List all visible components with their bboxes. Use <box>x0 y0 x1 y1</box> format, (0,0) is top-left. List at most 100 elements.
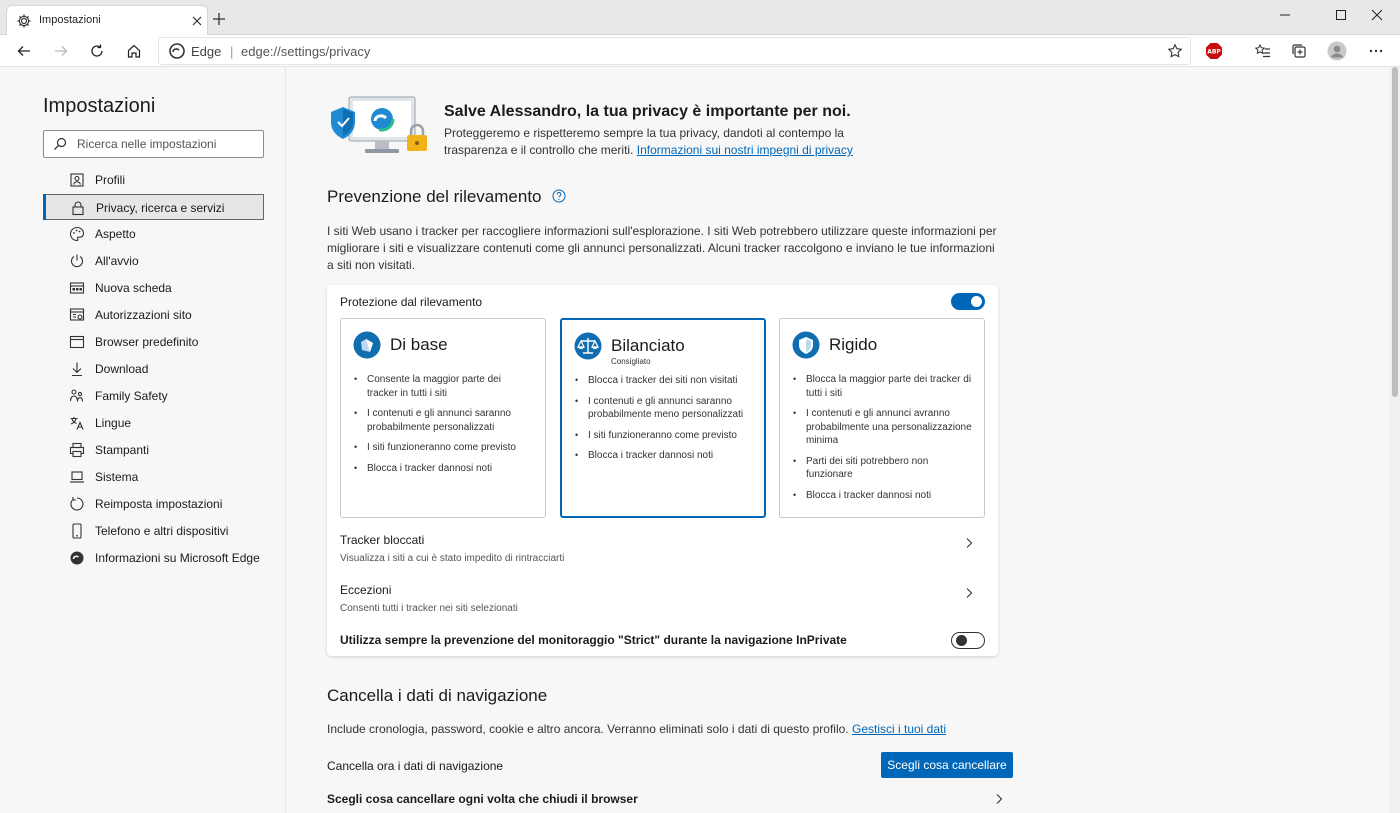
strict-inprivate-toggle[interactable] <box>951 632 985 649</box>
tracking-protection-toggle[interactable] <box>951 293 985 310</box>
sidebar-item-label: Telefono e altri dispositivi <box>95 524 229 538</box>
favorite-star-icon[interactable] <box>1167 43 1183 59</box>
sidebar-item-sistema[interactable]: Sistema <box>43 464 264 490</box>
browser-icon <box>69 334 85 350</box>
sidebar-item-label: Aspetto <box>95 227 136 241</box>
level-bullets: Blocca la maggior parte dei tracker di t… <box>793 373 973 509</box>
language-icon <box>69 415 85 431</box>
toggle-knob <box>971 296 982 307</box>
reset-icon <box>69 496 85 512</box>
sidebar-item-label: Family Safety <box>95 389 168 403</box>
new-tab-icon[interactable] <box>211 11 227 27</box>
privacy-greeting-description: Proteggeremo e rispetteremo sempre la tu… <box>444 125 874 159</box>
new-tab-page-icon <box>69 280 85 296</box>
favorites-icon[interactable] <box>1251 39 1275 63</box>
sidebar-item-aspetto[interactable]: Aspetto <box>43 221 264 247</box>
sidebar-item-label: Privacy, ricerca e servizi <box>96 201 225 215</box>
forward-icon[interactable] <box>49 39 73 63</box>
exceptions-subtitle: Consenti tutti i tracker nei siti selezi… <box>340 603 518 614</box>
clear-data-description: Include cronologia, password, cookie e a… <box>327 722 946 736</box>
sidebar-item-autorizzazioni[interactable]: Autorizzazioni sito <box>43 302 264 328</box>
sidebar-item-stampanti[interactable]: Stampanti <box>43 437 264 463</box>
close-window-icon[interactable] <box>1354 0 1400 30</box>
refresh-icon[interactable] <box>85 39 109 63</box>
sidebar-item-profili[interactable]: Profili <box>43 167 264 193</box>
sidebar-item-label: Nuova scheda <box>95 281 172 295</box>
home-icon[interactable] <box>122 39 146 63</box>
sidebar-item-label: Stampanti <box>95 443 150 457</box>
clear-now-label: Cancella ora i dati di navigazione <box>327 759 504 773</box>
sidebar-item-label: Reimposta impostazioni <box>95 497 223 511</box>
url-text[interactable]: edge://settings/privacy <box>241 44 370 59</box>
level-card-balanced[interactable]: Bilanciato Consigliato Blocca i tracker … <box>560 318 766 518</box>
level-bullet: I contenuti e gli annunci saranno probab… <box>354 407 534 434</box>
clear-data-title: Cancella i dati di navigazione <box>327 686 548 705</box>
exceptions-row[interactable]: Eccezioni Consenti tutti i tracker nei s… <box>340 583 985 623</box>
tab-settings[interactable]: Impostazioni <box>6 5 208 36</box>
choose-what-to-clear-button[interactable]: Scegli cosa cancellare <box>881 752 1013 778</box>
settings-sidebar: Impostazioni Profili Privacy, ricerca e … <box>0 67 286 813</box>
level-title: Bilanciato <box>611 336 685 355</box>
page-scrollbar[interactable] <box>1390 67 1400 813</box>
search-input[interactable] <box>77 135 257 153</box>
sidebar-item-label: All'avvio <box>95 254 139 268</box>
power-icon <box>69 253 85 269</box>
sidebar-item-family-safety[interactable]: Family Safety <box>43 383 264 409</box>
edge-logo-icon <box>169 43 185 59</box>
settings-search-box[interactable] <box>43 130 264 158</box>
sidebar-item-browser-predefinito[interactable]: Browser predefinito <box>43 329 264 355</box>
sidebar-item-telefono[interactable]: Telefono e altri dispositivi <box>43 518 264 544</box>
level-card-strict[interactable]: Rigido Blocca la maggior parte dei track… <box>779 318 985 518</box>
sidebar-item-lingue[interactable]: Lingue <box>43 410 264 436</box>
close-tab-icon[interactable] <box>189 13 205 29</box>
blocked-trackers-title: Tracker bloccati <box>340 533 425 547</box>
tracking-prevention-title: Prevenzione del rilevamento <box>327 187 542 206</box>
lock-icon <box>70 200 86 216</box>
sidebar-item-reimposta[interactable]: Reimposta impostazioni <box>43 491 264 517</box>
navigation-bar: Edge | edge://settings/privacy ABP <box>0 35 1400 67</box>
sidebar-item-label: Browser predefinito <box>95 335 199 349</box>
basic-level-icon <box>353 331 381 359</box>
level-bullet: I contenuti e gli annunci avranno probab… <box>793 407 973 448</box>
privacy-commitments-link[interactable]: Informazioni sui nostri impegni di priva… <box>637 143 853 157</box>
level-bullet: Blocca i tracker dannosi noti <box>354 462 534 476</box>
level-card-basic[interactable]: Di base Consente la maggior parte dei tr… <box>340 318 546 518</box>
sidebar-item-informazioni[interactable]: Informazioni su Microsoft Edge <box>43 545 264 571</box>
site-permissions-icon <box>69 307 85 323</box>
level-bullet: Blocca i tracker dannosi noti <box>575 449 755 463</box>
clear-on-close-label[interactable]: Scegli cosa cancellare ogni volta che ch… <box>327 792 638 806</box>
collections-icon[interactable] <box>1287 39 1311 63</box>
blocked-trackers-subtitle: Visualizza i siti a cui è stato impedito… <box>340 553 565 564</box>
sidebar-item-download[interactable]: Download <box>43 356 264 382</box>
sidebar-item-label: Autorizzazioni sito <box>95 308 192 322</box>
blocked-trackers-row[interactable]: Tracker bloccati Visualizza i siti a cui… <box>340 533 985 573</box>
sidebar-item-privacy[interactable]: Privacy, ricerca e servizi <box>43 194 264 220</box>
scrollbar-thumb[interactable] <box>1392 67 1398 397</box>
privacy-illustration <box>327 95 431 157</box>
sidebar-item-label: Profili <box>95 173 126 187</box>
sidebar-item-nuova-scheda[interactable]: Nuova scheda <box>43 275 264 301</box>
help-icon[interactable] <box>552 189 566 203</box>
level-bullet: I contenuti e gli annunci saranno probab… <box>575 395 755 422</box>
level-bullet: Blocca la maggior parte dei tracker di t… <box>793 373 973 400</box>
chevron-right-icon[interactable] <box>993 793 1005 805</box>
level-bullet: Parti dei siti potrebbero non funzionare <box>793 455 973 482</box>
more-options-icon[interactable] <box>1364 39 1388 63</box>
toggle-knob <box>956 635 967 646</box>
back-icon[interactable] <box>12 39 36 63</box>
strict-inprivate-label: Utilizza sempre la prevenzione del monit… <box>340 633 847 647</box>
exceptions-title: Eccezioni <box>340 583 392 597</box>
chevron-right-icon <box>963 537 975 549</box>
profile-avatar-icon[interactable] <box>1325 39 1349 63</box>
download-icon <box>69 361 85 377</box>
site-label: Edge <box>191 44 222 59</box>
adblock-extension-icon[interactable]: ABP <box>1202 39 1226 63</box>
address-bar[interactable]: Edge | edge://settings/privacy <box>158 37 1191 65</box>
manage-data-link[interactable]: Gestisci i tuoi dati <box>852 722 946 736</box>
printer-icon <box>69 442 85 458</box>
edge-icon <box>69 550 85 566</box>
sidebar-item-all-avvio[interactable]: All'avvio <box>43 248 264 274</box>
abp-badge-text: ABP <box>1207 49 1221 56</box>
level-title: Rigido <box>829 335 878 354</box>
minimize-icon[interactable] <box>1262 0 1308 30</box>
